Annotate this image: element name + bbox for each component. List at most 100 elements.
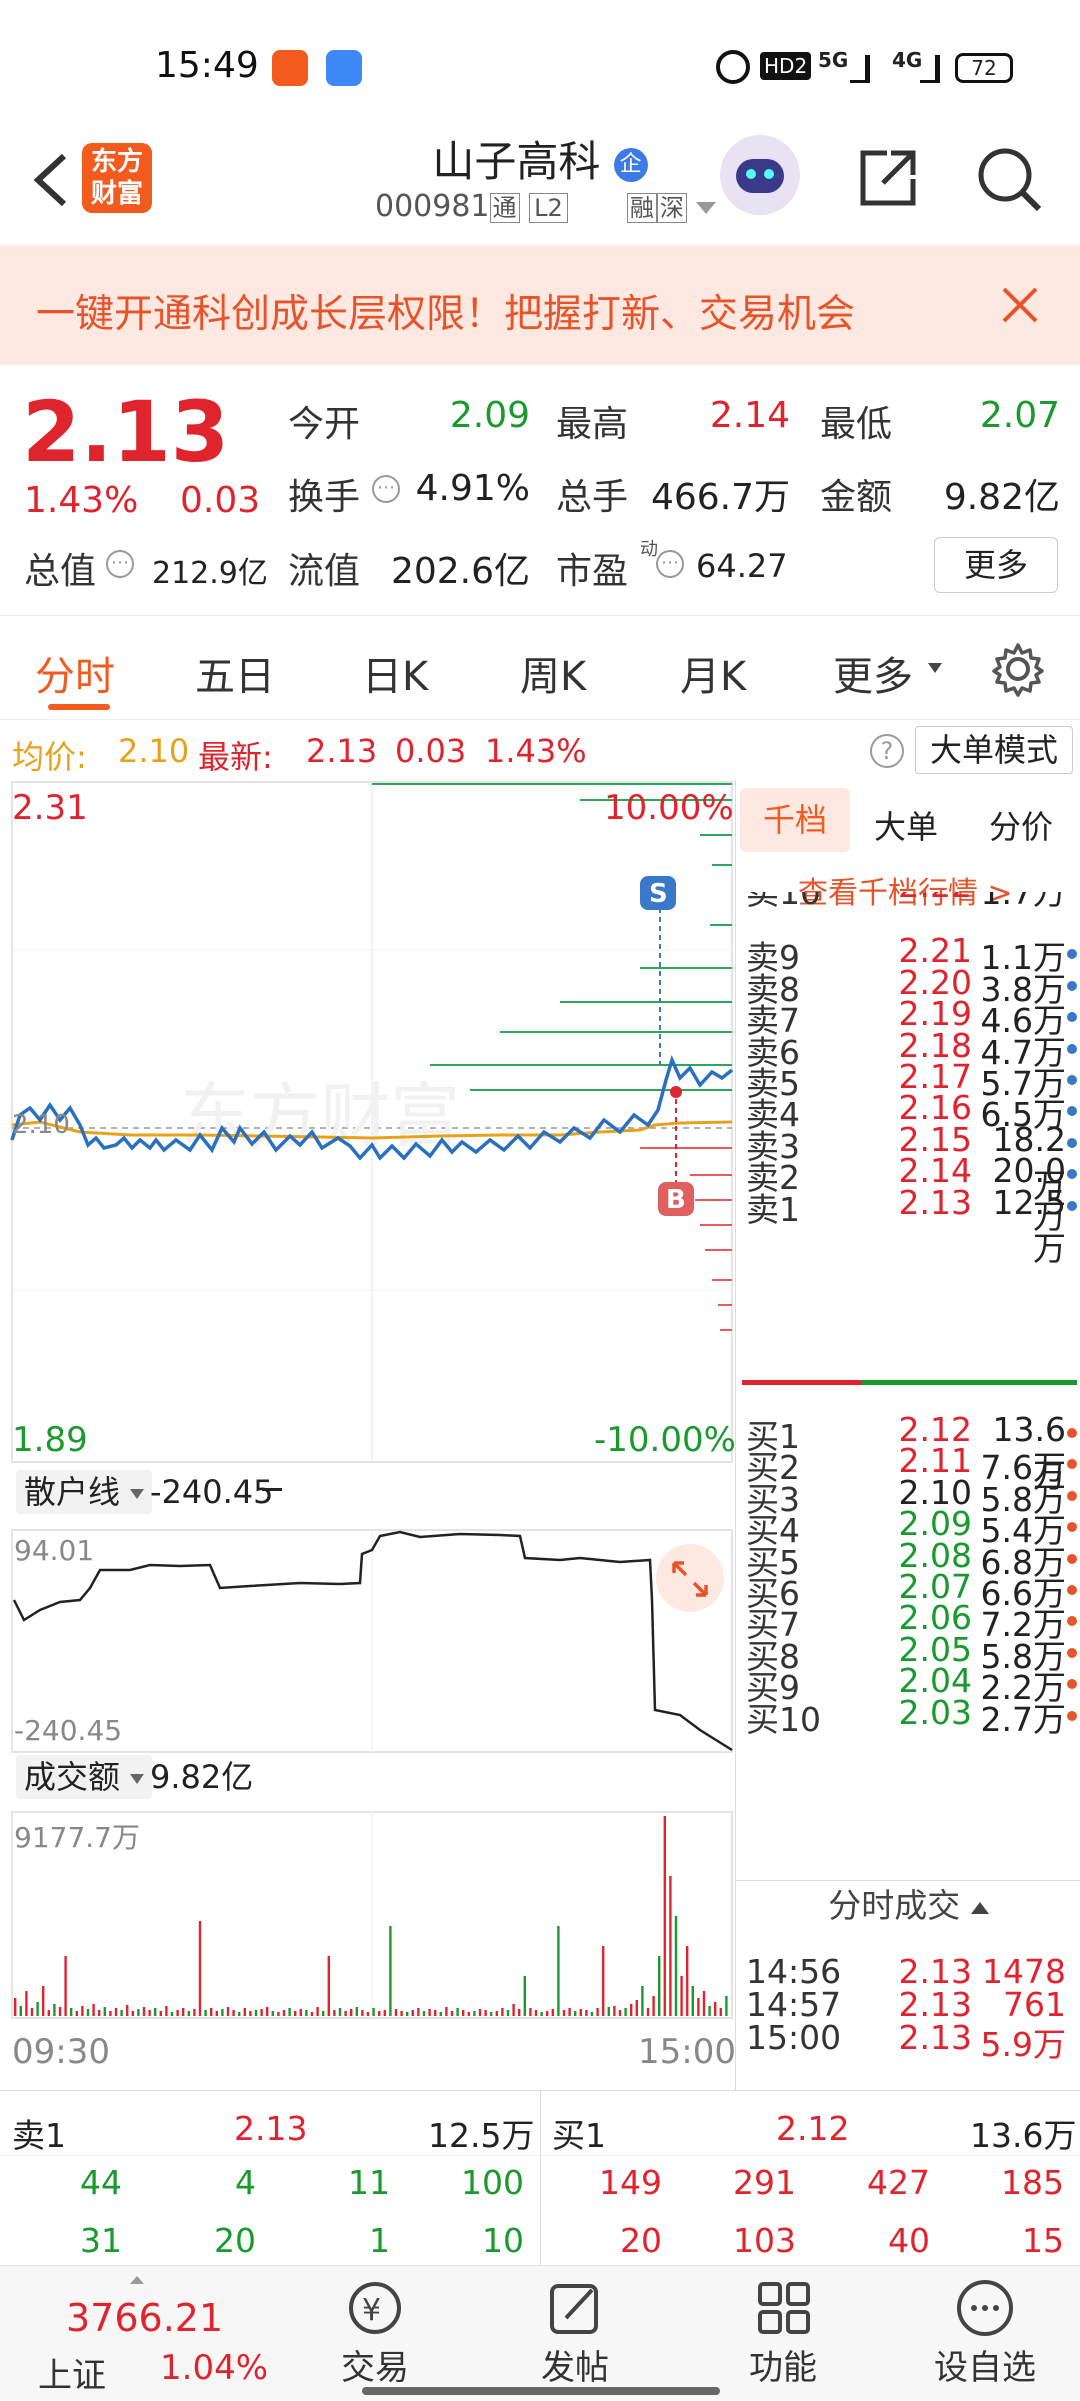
volume-bar: [495, 2011, 498, 2016]
volume-bar: [473, 2011, 476, 2016]
share-icon[interactable]: [855, 145, 921, 211]
trades-title: 分时成交: [828, 1886, 961, 1925]
volume-bar: [254, 2010, 258, 2016]
expand-icon[interactable]: [668, 1557, 712, 1601]
nav-functions[interactable]: 功能: [713, 2278, 853, 2389]
sell-level-row[interactable]: 卖10 2.22 1.7万: [736, 892, 1080, 914]
queue-order-volume: 4: [235, 2163, 256, 2202]
queue-order-volume: 103: [733, 2221, 796, 2260]
volume-bar: [299, 2009, 302, 2016]
buy-level-row[interactable]: 买10 2.03 2.7万: [736, 1693, 1080, 1741]
volume-bar: [607, 2007, 610, 2016]
mktcap-value: 212.9亿: [152, 556, 268, 591]
info-icon[interactable]: ⋯: [372, 475, 400, 503]
volume-bar: [361, 2010, 364, 2016]
queue-order-volume: 149: [599, 2163, 662, 2202]
trade-icon: ¥: [305, 2278, 445, 2340]
market-dropdown-icon[interactable]: [696, 201, 717, 214]
level-dot: [1067, 1043, 1077, 1054]
trades-header[interactable]: 分时成交: [736, 1880, 1080, 1930]
book-tab-price-dist[interactable]: 分价: [989, 802, 1053, 848]
volume-bar: [282, 2010, 286, 2016]
high-value: 2.14: [709, 395, 790, 436]
search-icon[interactable]: [975, 145, 1045, 215]
level-dot: [1067, 1169, 1077, 1180]
volume-bar: [529, 2008, 532, 2016]
stock-code: 000981: [375, 189, 490, 224]
volume-bar: [64, 1956, 67, 2016]
volume-bar: [406, 2012, 409, 2016]
bq-sell-label: 卖1: [12, 2116, 66, 2155]
volume-bar: [238, 2012, 241, 2016]
index-pct: 1.04%: [160, 2348, 269, 2388]
index-ticker[interactable]: 3766.21 上证 1.04%: [0, 2266, 300, 2401]
tab-more[interactable]: 更多: [833, 644, 913, 702]
level-dot: [1067, 980, 1077, 991]
volume-bar: [114, 2008, 118, 2016]
volume-bar: [148, 2010, 151, 2016]
volume-bar: [243, 2008, 246, 2016]
tab-intraday[interactable]: 分时: [35, 644, 115, 702]
book-tab-depth[interactable]: 千档: [740, 788, 850, 852]
tab-five-day[interactable]: 五日: [195, 644, 275, 702]
nav-post[interactable]: 发帖: [505, 2278, 645, 2389]
retail-indicator-selector[interactable]: 散户线: [16, 1470, 153, 1514]
volume-indicator-selector[interactable]: 成交额: [16, 1755, 153, 1799]
volume-bar: [215, 2011, 218, 2016]
volume-bar: [176, 2010, 179, 2016]
volume-bar: [221, 2009, 224, 2016]
book-tab-big-order[interactable]: 大单: [874, 802, 938, 848]
trade-price: 2.13: [898, 2018, 972, 2057]
volume-bar: [719, 2008, 722, 2016]
volume-bar: [585, 2010, 588, 2016]
volume-bar: [204, 2010, 207, 2016]
bq-sell-price: 2.13: [234, 2109, 308, 2148]
volume-bar: [86, 2009, 90, 2016]
tab-weekly-k[interactable]: 周K: [520, 644, 586, 702]
volume-bar: [126, 2005, 129, 2016]
last-price: 2.13: [22, 383, 230, 481]
intraday-chart[interactable]: 东方财富 S B 2.31 10.00% 2.10 1.89 -10.00% 散…: [0, 780, 736, 2090]
nav-add-watchlist[interactable]: 设自选: [915, 2278, 1055, 2389]
volume-bar: [590, 2012, 594, 2016]
volume-value: 466.7万: [650, 477, 790, 518]
volume-bar: [42, 1986, 45, 2016]
promo-banner[interactable]: 一键开通科创成长层权限！把握打新、交易机会: [0, 245, 1080, 365]
level-dot: [1067, 1647, 1077, 1658]
retail-axis-max: 94.01: [14, 1534, 95, 1567]
volume-bar: [75, 2011, 78, 2016]
signal-4g-icon: 4G: [892, 48, 923, 72]
sell-level-row[interactable]: 卖1 2.13 12.5万: [736, 1183, 1080, 1268]
queue-order-volume: 44: [80, 2163, 122, 2202]
more-button[interactable]: 更多: [934, 537, 1058, 593]
close-icon[interactable]: [998, 283, 1042, 327]
mktcap-info-icon[interactable]: ⋯: [106, 550, 134, 578]
help-icon[interactable]: ?: [870, 734, 904, 768]
volume-bar: [512, 2004, 515, 2016]
connect-tag: 通: [489, 193, 520, 223]
app-notification-icon: [272, 50, 308, 86]
nav-trade[interactable]: ¥ 交易: [305, 2278, 445, 2389]
level-dot: [1067, 1459, 1077, 1470]
bottom-nav: 3766.21 上证 1.04% ¥ 交易 发帖 功能 设自选: [0, 2265, 1080, 2400]
volume-bar: [137, 2009, 140, 2016]
pe-label: 市盈: [556, 551, 629, 592]
time-axis-end: 15:00: [638, 2032, 736, 2072]
volume-bar: [658, 1956, 661, 2016]
volume-indicator-value: 9.82亿: [150, 1758, 254, 1796]
buy-depth-lines: [640, 1147, 732, 1331]
hd-icon: HD2: [760, 52, 812, 80]
pe-info-icon[interactable]: ⋯: [656, 550, 684, 578]
tab-daily-k[interactable]: 日K: [362, 644, 428, 702]
amount-label: 金额: [820, 477, 893, 518]
tab-monthly-k[interactable]: 月K: [680, 644, 746, 702]
mktcap-label: 总值: [24, 551, 97, 592]
volume-bar: [428, 2009, 431, 2016]
volume-bar: [142, 2007, 146, 2016]
settings-gear-icon[interactable]: [990, 641, 1046, 697]
functions-grid-icon: [713, 2278, 853, 2340]
robot-assistant-icon[interactable]: [720, 135, 800, 215]
volume-bar: [557, 1926, 560, 2016]
tab-more-dropdown-icon[interactable]: [928, 663, 942, 673]
big-order-mode-button[interactable]: 大单模式: [915, 726, 1073, 774]
